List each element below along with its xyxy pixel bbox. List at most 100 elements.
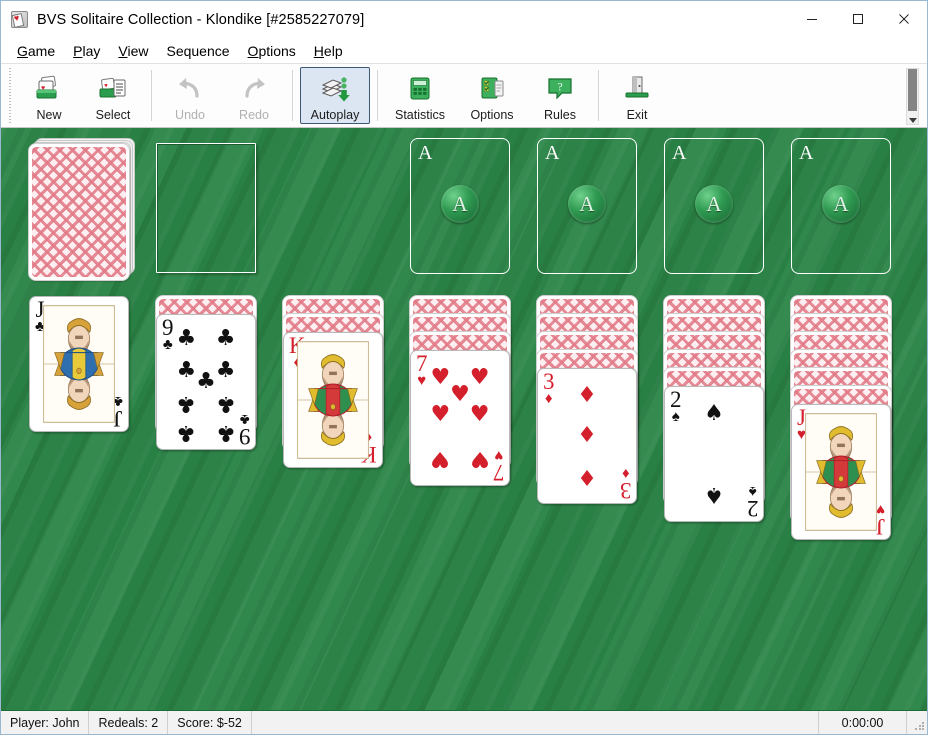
resize-grip[interactable]: [907, 711, 927, 734]
card-pip-field: ♣♣♣♣♣♣♣♣♣: [157, 315, 255, 449]
card-pip: ♥: [431, 404, 451, 426]
toolbar-rules-label: Rules: [544, 108, 576, 122]
window-title: BVS Solitaire Collection - Klondike [#25…: [37, 12, 364, 28]
menu-options[interactable]: Options: [239, 41, 305, 61]
toolbar-separator-4: [598, 70, 599, 121]
statistics-icon: [405, 75, 435, 103]
toolbar-autoplay-button[interactable]: Autoplay: [300, 67, 370, 124]
status-bar: Player: John Redeals: 2 Score: $-52 0:00…: [1, 710, 927, 734]
autoplay-icon: [320, 75, 350, 103]
tableau-face-up-card[interactable]: 9♣9♣♣♣♣♣♣♣♣♣♣: [156, 314, 256, 450]
status-redeals: Redeals: 2: [89, 711, 168, 734]
status-timer: 0:00:00: [819, 711, 907, 734]
menu-options-label: ptions: [258, 43, 295, 59]
toolbar: ♥ ♥ New ♥ Select: [1, 63, 927, 128]
toolbar-undo-button[interactable]: Undo: [159, 67, 221, 124]
card-pip: ♠: [704, 483, 724, 505]
minimize-button[interactable]: [789, 1, 835, 37]
toolbar-scrollbar-thumb[interactable]: [908, 69, 917, 111]
card-pip: ♣: [177, 360, 197, 382]
toolbar-redo-button[interactable]: Redo: [223, 67, 285, 124]
redo-arrow-icon: [239, 75, 269, 103]
court-card-artwork: [805, 413, 877, 531]
menu-bar: Game Play View Sequence Options Help: [1, 38, 927, 63]
card-pip: ♣: [216, 392, 236, 414]
maximize-button[interactable]: [835, 1, 881, 37]
card-rank-corner-bottom-right: J♥: [876, 501, 885, 538]
foundation-3[interactable]: AA: [664, 138, 764, 274]
foundation-ace-badge: A: [695, 185, 733, 223]
foundation-corner-label: A: [672, 141, 686, 165]
tableau-face-up-card[interactable]: K♦K♦: [283, 332, 383, 468]
toolbar-redo-label: Redo: [239, 108, 269, 122]
toolbar-autoplay-label: Autoplay: [311, 108, 360, 122]
status-score: Score: $-52: [168, 711, 252, 734]
card-pip: ♥: [470, 367, 490, 389]
tableau-face-up-card[interactable]: J♥J♥: [791, 404, 891, 540]
toolbar-statistics-button[interactable]: Statistics: [385, 67, 455, 124]
window-controls: [789, 1, 927, 38]
foundation-1[interactable]: AA: [410, 138, 510, 274]
toolbar-undo-label: Undo: [175, 108, 205, 122]
tableau-face-up-card[interactable]: J♣J♣: [29, 296, 129, 432]
title-bar: BVS Solitaire Collection - Klondike [#25…: [1, 1, 927, 38]
toolbar-select-label: Select: [96, 108, 131, 122]
rules-question-icon: ?: [545, 75, 575, 103]
menu-view-label: iew: [127, 43, 148, 59]
stock-pile-top-card[interactable]: [29, 144, 129, 280]
card-pip: ♦: [577, 425, 597, 447]
toolbar-rules-button[interactable]: ? Rules: [529, 67, 591, 124]
menu-sequence[interactable]: Sequence: [157, 41, 238, 61]
status-spacer: [252, 711, 819, 734]
new-deck-icon: ♥ ♥: [34, 75, 64, 103]
menu-sequence-label: Sequence: [166, 43, 229, 59]
card-pip: ♣: [196, 371, 216, 393]
toolbar-options-label: Options: [470, 108, 513, 122]
court-card-artwork: [297, 341, 369, 459]
toolbar-grip[interactable]: [7, 68, 14, 123]
menu-play[interactable]: Play: [64, 41, 109, 61]
card-pip: ♣: [216, 421, 236, 443]
waste-pile[interactable]: [156, 143, 256, 273]
game-table: AAAAAAAAJ♣J♣ 9♣9♣♣♣♣♣♣♣♣♣♣K♦K♦: [1, 128, 927, 710]
toolbar-options-button[interactable]: Options: [457, 67, 527, 124]
application-window: BVS Solitaire Collection - Klondike [#25…: [0, 0, 928, 735]
toolbar-separator-2: [292, 70, 293, 121]
toolbar-separator-3: [377, 70, 378, 121]
tableau-face-up-card[interactable]: 7♥7♥♥♥♥♥♥♥♥: [410, 350, 510, 486]
toolbar-exit-button[interactable]: Exit: [606, 67, 668, 124]
card-pip: ♥: [450, 384, 470, 406]
select-game-icon: ♥: [98, 75, 128, 103]
status-player: Player: John: [1, 711, 89, 734]
exit-door-icon: [622, 75, 652, 103]
foundation-2[interactable]: AA: [537, 138, 637, 274]
undo-arrow-icon: [175, 75, 205, 103]
toolbar-select-button[interactable]: ♥ Select: [82, 67, 144, 124]
card-pip-field: ♠♠: [665, 387, 763, 521]
app-icon: [11, 11, 28, 28]
card-pip: ♣: [216, 360, 236, 382]
menu-help[interactable]: Help: [305, 41, 352, 61]
chevron-down-icon[interactable]: [909, 118, 917, 123]
toolbar-scrollbar[interactable]: [906, 68, 919, 125]
menu-game-label: ame: [28, 43, 55, 59]
card-pip: ♥: [431, 447, 451, 469]
menu-view[interactable]: View: [109, 41, 157, 61]
card-pip: ♦: [577, 385, 597, 407]
foundation-4[interactable]: AA: [791, 138, 891, 274]
card-pip-field: ♥♥♥♥♥♥♥: [411, 351, 509, 485]
foundation-ace-badge: A: [568, 185, 606, 223]
card-pip: ♣: [177, 421, 197, 443]
toolbar-statistics-label: Statistics: [395, 108, 445, 122]
tableau-face-up-card[interactable]: 3♦3♦♦♦♦: [537, 368, 637, 504]
court-card-artwork: [43, 305, 115, 423]
toolbar-new-label: New: [36, 108, 61, 122]
tableau-face-up-card[interactable]: 2♠2♠♠♠: [664, 386, 764, 522]
stock-pile[interactable]: [29, 138, 137, 282]
card-pip: ♥: [431, 367, 451, 389]
options-icon: [477, 75, 507, 103]
menu-play-label: lay: [82, 43, 100, 59]
toolbar-new-button[interactable]: ♥ ♥ New: [18, 67, 80, 124]
close-button[interactable]: [881, 1, 927, 37]
menu-game[interactable]: Game: [8, 41, 64, 61]
